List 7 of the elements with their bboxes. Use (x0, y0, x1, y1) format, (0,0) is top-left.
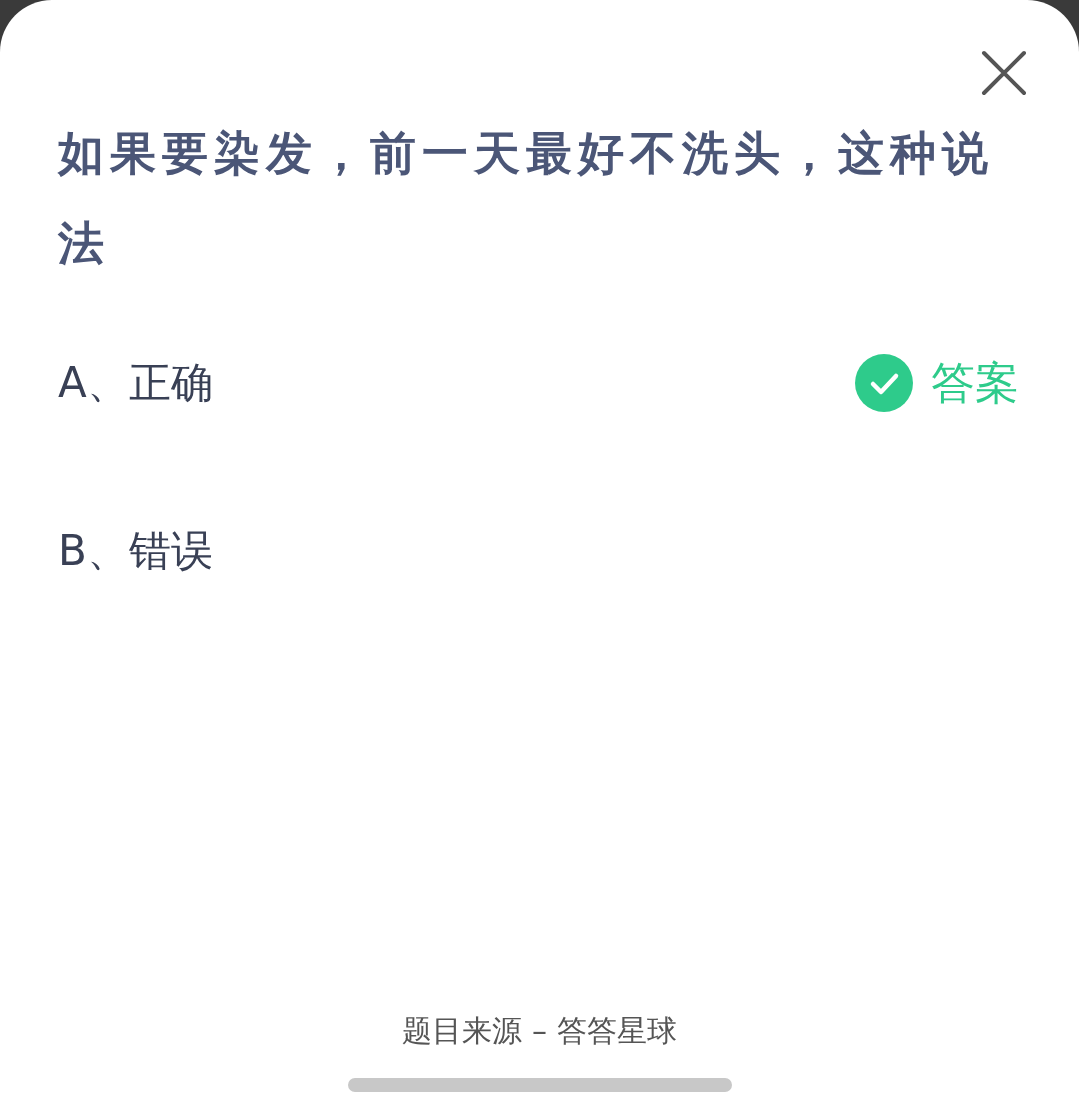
question-text: 如果要染发，前一天最好不洗头，这种说法 (58, 125, 995, 272)
source-text: 题目来源 – 答答星球 (402, 1012, 677, 1050)
option-label[interactable]: B、错误 (58, 523, 213, 579)
close-icon[interactable] (981, 50, 1027, 96)
option-label[interactable]: A、正确 (58, 355, 213, 411)
check-icon (855, 354, 913, 412)
answer-label: 答案 (931, 355, 1019, 410)
